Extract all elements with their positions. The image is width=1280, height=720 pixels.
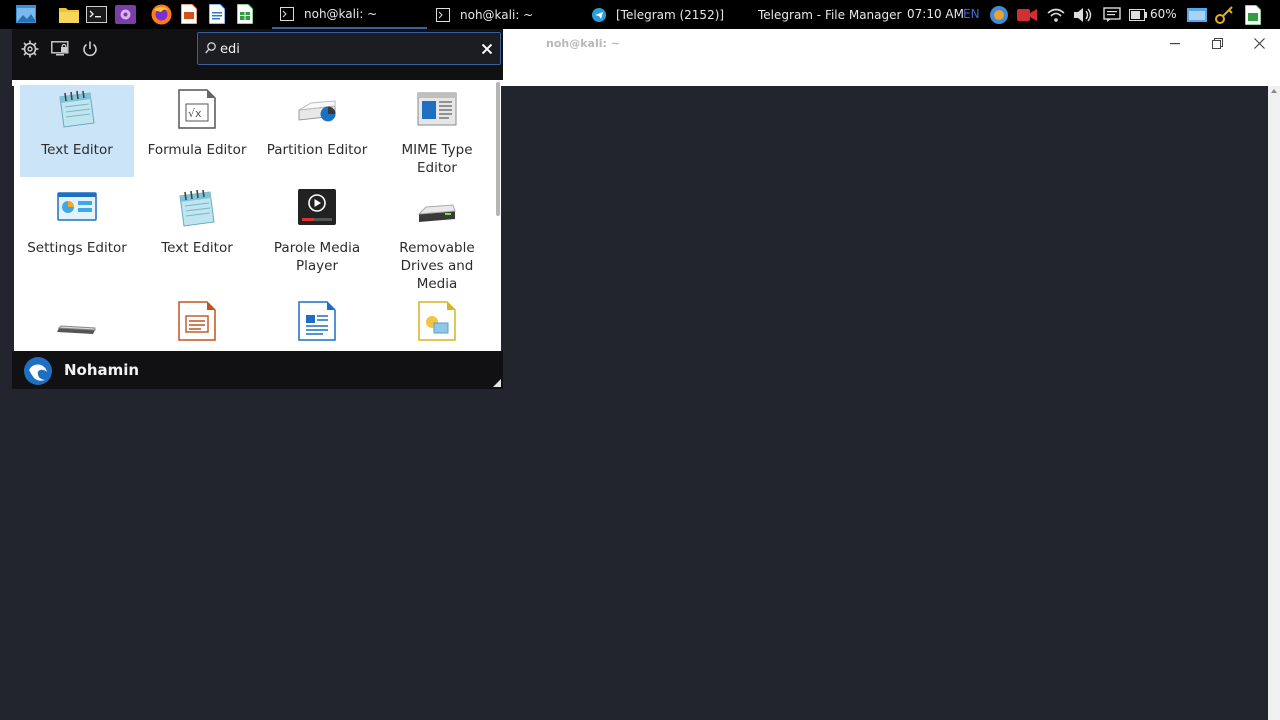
app-mime-type-editor[interactable]: MIME Type Editor: [380, 85, 494, 177]
show-desktop-icon[interactable]: [15, 3, 37, 25]
battery-percentage: 60%: [1150, 7, 1177, 21]
app-label: Settings Editor: [27, 240, 127, 256]
app-label: MIME Type Editor: [401, 142, 473, 176]
app-text-editor-2[interactable]: Text Editor: [140, 185, 254, 285]
network-folder-icon[interactable]: [1187, 5, 1207, 25]
mime-type-editor-icon: [417, 92, 457, 126]
keyboard-icon: [57, 325, 96, 334]
app-label: Removable Drives and Media: [399, 240, 475, 292]
screen-recorder-icon[interactable]: [114, 3, 136, 25]
text-editor-icon: [179, 189, 215, 227]
settings-button[interactable]: [19, 38, 41, 60]
kali-dragon-avatar-icon[interactable]: [24, 357, 52, 385]
application-menu: Text Editor √x Formula Editor Partition …: [12, 29, 503, 389]
close-icon: [1253, 37, 1265, 49]
search-icon: [205, 42, 216, 54]
close-icon: [482, 44, 492, 54]
taskbar-item-label: [Telegram (2152)]: [616, 7, 725, 22]
scroll-up-arrow-icon[interactable]: [1271, 89, 1277, 93]
calc-launcher-icon[interactable]: [234, 3, 256, 25]
app-removable-drives[interactable]: Removable Drives and Media: [380, 185, 494, 292]
app-impress[interactable]: [140, 295, 254, 351]
taskbar-item-telegram[interactable]: [Telegram (2152)]: [584, 0, 739, 29]
writer-icon: [298, 301, 336, 341]
app-draw[interactable]: [380, 295, 494, 351]
power-button[interactable]: [79, 38, 101, 60]
text-editor-icon: [59, 90, 95, 128]
spreadsheet-icon[interactable]: [1243, 5, 1263, 25]
update-notifier-icon[interactable]: [989, 5, 1009, 25]
lock-screen-icon: [51, 41, 69, 56]
removable-drive-icon: [417, 204, 456, 222]
resize-grip-icon[interactable]: [493, 379, 501, 387]
taskbar-item-file-manager[interactable]: Telegram - File Manager: [740, 0, 902, 29]
settings-editor-icon: [57, 192, 97, 221]
close-window-button[interactable]: [1249, 33, 1269, 53]
menu-header: [12, 29, 503, 80]
clock[interactable]: 07:10 AM: [907, 0, 964, 29]
firefox-icon[interactable]: [150, 3, 172, 25]
username-label: Nohamin: [64, 361, 140, 379]
app-settings-editor[interactable]: Settings Editor: [20, 185, 134, 285]
taskbar-item-label: noh@kali: ~: [304, 6, 378, 21]
svg-text:√x: √x: [188, 107, 202, 120]
app-label: Text Editor: [41, 142, 113, 158]
taskbar-item-terminal-1[interactable]: noh@kali: ~: [272, 0, 427, 29]
results-scrollbar[interactable]: [496, 82, 500, 216]
app-label: Text Editor: [161, 240, 233, 256]
terminal-scrollbar[interactable]: [1268, 86, 1280, 720]
lock-screen-button[interactable]: [49, 38, 71, 60]
volume-icon[interactable]: [1073, 5, 1093, 25]
draw-icon: [418, 301, 456, 341]
minimize-icon: [1170, 43, 1180, 45]
app-formula-editor[interactable]: √x Formula Editor: [140, 85, 254, 177]
taskbar-item-label: noh@kali: ~: [460, 7, 534, 22]
restore-icon: [1211, 37, 1223, 49]
power-icon: [83, 41, 97, 57]
app-partition-editor[interactable]: Partition Editor: [260, 85, 374, 177]
partition-editor-icon: [298, 100, 336, 122]
search-results[interactable]: Text Editor √x Formula Editor Partition …: [14, 80, 501, 351]
terminal-icon[interactable]: [85, 3, 107, 25]
top-panel: noh@kali: ~ noh@kali: ~ [Telegram (2152)…: [0, 0, 1280, 29]
keyboard-layout-indicator[interactable]: EN: [963, 0, 980, 29]
telegram-icon: [592, 7, 606, 22]
search-box: [197, 32, 501, 65]
media-player-icon: [298, 189, 336, 225]
clear-search-button[interactable]: [478, 40, 496, 58]
terminal-icon: [436, 7, 450, 22]
app-label: Partition Editor: [266, 142, 368, 158]
window-title: noh@kali: ~: [546, 37, 620, 50]
app-label: Parole Media Player: [273, 240, 361, 274]
battery-icon[interactable]: [1128, 5, 1148, 25]
impress-launcher-icon[interactable]: [178, 3, 200, 25]
maximize-button[interactable]: [1207, 33, 1227, 53]
taskbar-item-label: Telegram - File Manager: [758, 7, 902, 22]
app-keyboard-settings[interactable]: [20, 295, 134, 351]
minimize-button[interactable]: [1165, 33, 1185, 53]
writer-launcher-icon[interactable]: [206, 3, 228, 25]
formula-editor-icon: √x: [178, 89, 216, 129]
app-writer[interactable]: [260, 295, 374, 351]
camera-recording-icon[interactable]: [1017, 5, 1037, 25]
taskbar-item-terminal-2[interactable]: noh@kali: ~: [428, 0, 583, 29]
app-text-editor[interactable]: Text Editor: [20, 85, 134, 177]
app-parole-media-player[interactable]: Parole Media Player: [260, 185, 374, 285]
notifications-icon[interactable]: [1102, 5, 1122, 25]
file-manager-icon[interactable]: [58, 3, 80, 25]
app-label: Formula Editor: [147, 142, 247, 158]
gear-icon: [21, 40, 39, 58]
menu-footer: Nohamin: [12, 351, 503, 389]
impress-icon: [178, 301, 216, 341]
wifi-icon[interactable]: [1046, 5, 1066, 25]
keys-icon[interactable]: [1214, 5, 1234, 25]
search-input[interactable]: [220, 39, 470, 59]
terminal-icon: [280, 6, 294, 21]
